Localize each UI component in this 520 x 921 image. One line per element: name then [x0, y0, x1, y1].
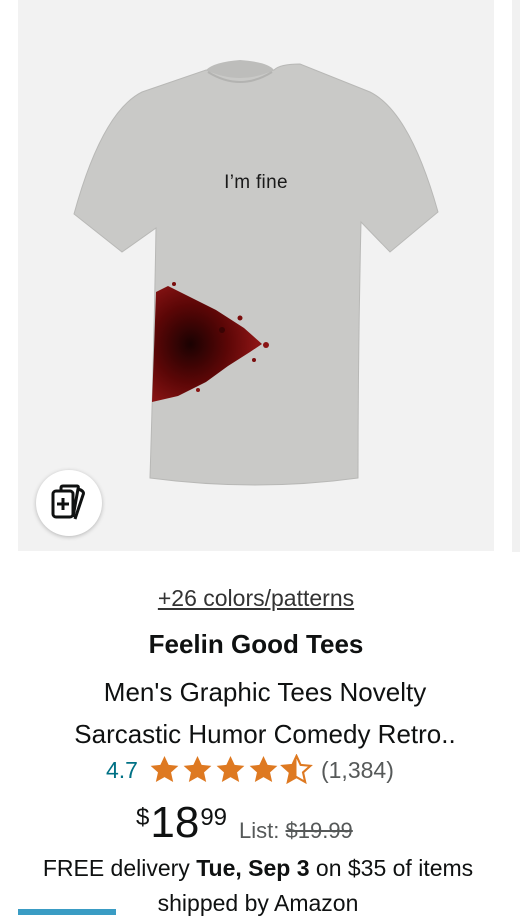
product-image[interactable]: I’m fine [18, 0, 494, 551]
star-icon [216, 756, 245, 782]
review-count[interactable]: (1,384) [321, 757, 394, 784]
price-whole: 18 [150, 798, 200, 847]
compare-button[interactable] [36, 470, 102, 536]
product-title-line[interactable]: Men's Graphic Tees Novelty [40, 671, 490, 713]
star-icon [150, 756, 179, 782]
shirt-print-text: I’m fine [224, 172, 288, 193]
star-icon [183, 756, 212, 782]
product-title[interactable]: Men's Graphic Tees Novelty Sarcastic Hum… [40, 671, 490, 755]
tshirt-image [73, 60, 439, 486]
product-card[interactable]: I’m fine +26 colors/patterns Feelin Good… [18, 0, 494, 916]
star-half-icon [280, 754, 313, 785]
price-row: $ 18 99 List: $19.99 [136, 798, 353, 848]
next-card-peek[interactable] [494, 0, 520, 915]
list-price: List: $19.99 [239, 818, 353, 844]
rating-row[interactable]: 4.7 (1,384) [106, 754, 394, 786]
compare-cards-icon [51, 484, 85, 520]
product-info: +26 colors/patterns Feelin Good Tees Men… [18, 551, 494, 916]
delivery-prefix: FREE delivery [42, 855, 197, 881]
list-price-value: $19.99 [285, 818, 353, 843]
price-symbol: $ [136, 804, 150, 831]
brand-name: Feelin Good Tees [148, 629, 364, 659]
rating-value: 4.7 [106, 756, 138, 783]
left-margin [0, 0, 18, 915]
next-card-image-edge[interactable] [512, 0, 520, 552]
delivery-date: Tue, Sep 3 [196, 855, 310, 881]
list-price-label: List: [239, 818, 280, 843]
star-rating[interactable] [148, 754, 313, 786]
price-fraction: 99 [200, 804, 228, 831]
star-icon [249, 756, 278, 782]
product-title-line[interactable]: Sarcastic Humor Comedy Retro.. [40, 713, 490, 755]
colors-patterns-link[interactable]: +26 colors/patterns [18, 585, 494, 612]
scroll-indicator [18, 909, 116, 915]
